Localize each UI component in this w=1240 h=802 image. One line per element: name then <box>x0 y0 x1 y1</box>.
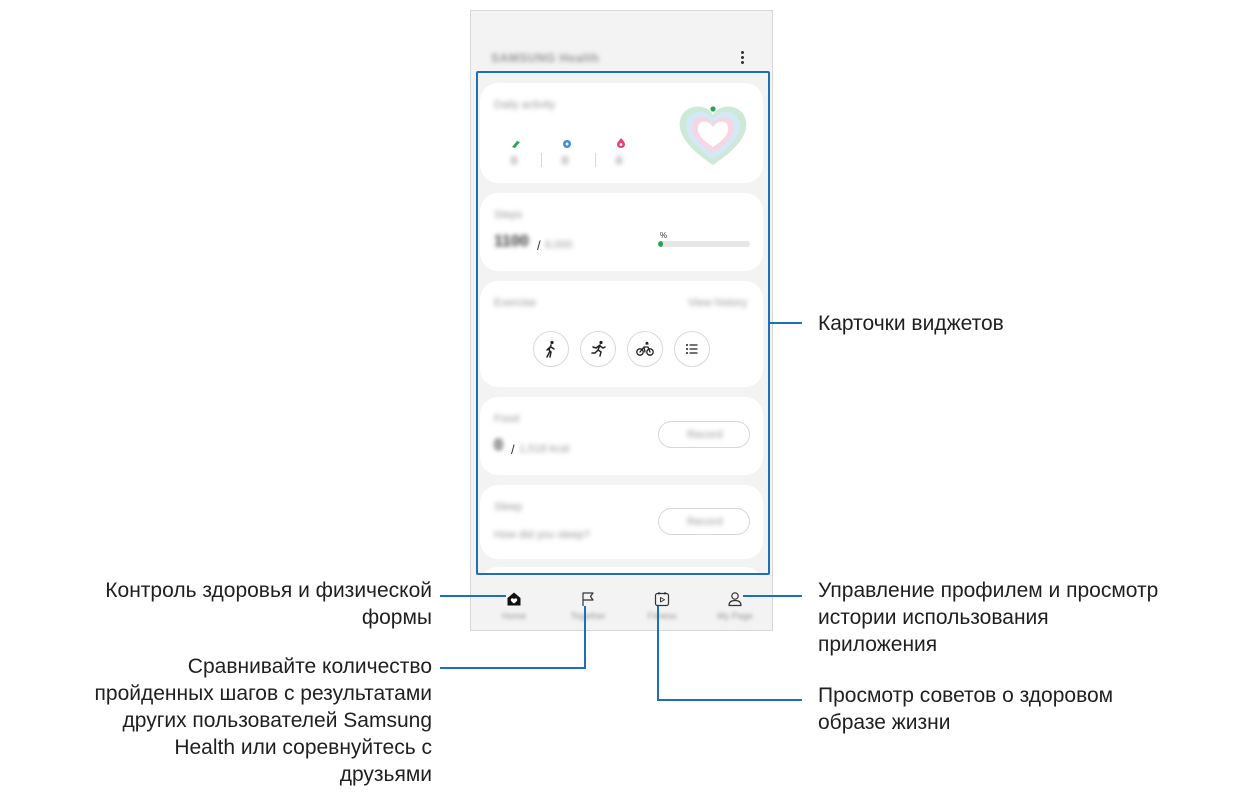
person-icon <box>728 592 742 607</box>
home-callout-line: формы <box>361 606 432 629</box>
nav-home-label: Home <box>501 611 526 621</box>
profile-callout-line: приложения <box>818 633 938 656</box>
profile-callout-line: Управление профилем и просмотр <box>818 579 1159 602</box>
widgets-callout: Карточки виджетов <box>818 312 1004 335</box>
profile-leader-line <box>743 595 802 597</box>
widgets-leader-line <box>770 322 802 324</box>
together-callout-line: других пользователей Samsung <box>122 709 433 732</box>
widget-cards-highlight <box>476 71 770 575</box>
fitness-callout-line: образе жизни <box>818 711 951 734</box>
together-callout-line: Сравнивайте количество <box>187 655 432 678</box>
app-header: SAMSUNG Health <box>491 49 751 71</box>
more-vert-icon[interactable] <box>737 49 747 67</box>
nav-together[interactable]: Together <box>568 591 608 631</box>
nav-fitness-label: Fitness <box>647 611 677 621</box>
nav-together-label: Together <box>570 611 606 621</box>
nav-fitness[interactable]: Fitness <box>642 591 682 631</box>
nav-my-page-label: My Page <box>717 611 753 621</box>
bottom-navigation: Home Together Fitness My Page <box>472 576 772 630</box>
home-leader-line <box>440 595 506 597</box>
video-icon <box>654 592 670 607</box>
home-callout-line: Контроль здоровья и физической <box>105 579 432 602</box>
together-callout-line: пройденных шагов с результатами <box>94 682 432 705</box>
fitness-leader-line-v <box>657 606 659 701</box>
profile-callout-line: истории использования <box>818 606 1049 629</box>
together-callout-line: Health или соревнуйтесь с <box>174 736 432 759</box>
app-title: SAMSUNG Health <box>491 51 600 65</box>
home-icon <box>507 592 521 606</box>
fitness-callout: Просмотр советов о здоровом образе жизни <box>818 682 1113 736</box>
home-callout: Контроль здоровья и физической формы <box>105 577 432 631</box>
together-leader-line-h <box>440 667 586 669</box>
together-leader-line-v <box>584 606 586 669</box>
fitness-leader-line-h <box>657 699 802 701</box>
together-callout-line: друзьями <box>339 763 432 786</box>
nav-my-page[interactable]: My Page <box>715 591 755 631</box>
flag-icon <box>582 592 594 606</box>
nav-home[interactable]: Home <box>494 591 534 631</box>
fitness-callout-line: Просмотр советов о здоровом <box>818 684 1114 707</box>
profile-callout: Управление профилем и просмотр истории и… <box>818 577 1158 658</box>
together-callout: Сравнивайте количество пройденных шагов … <box>95 653 432 788</box>
